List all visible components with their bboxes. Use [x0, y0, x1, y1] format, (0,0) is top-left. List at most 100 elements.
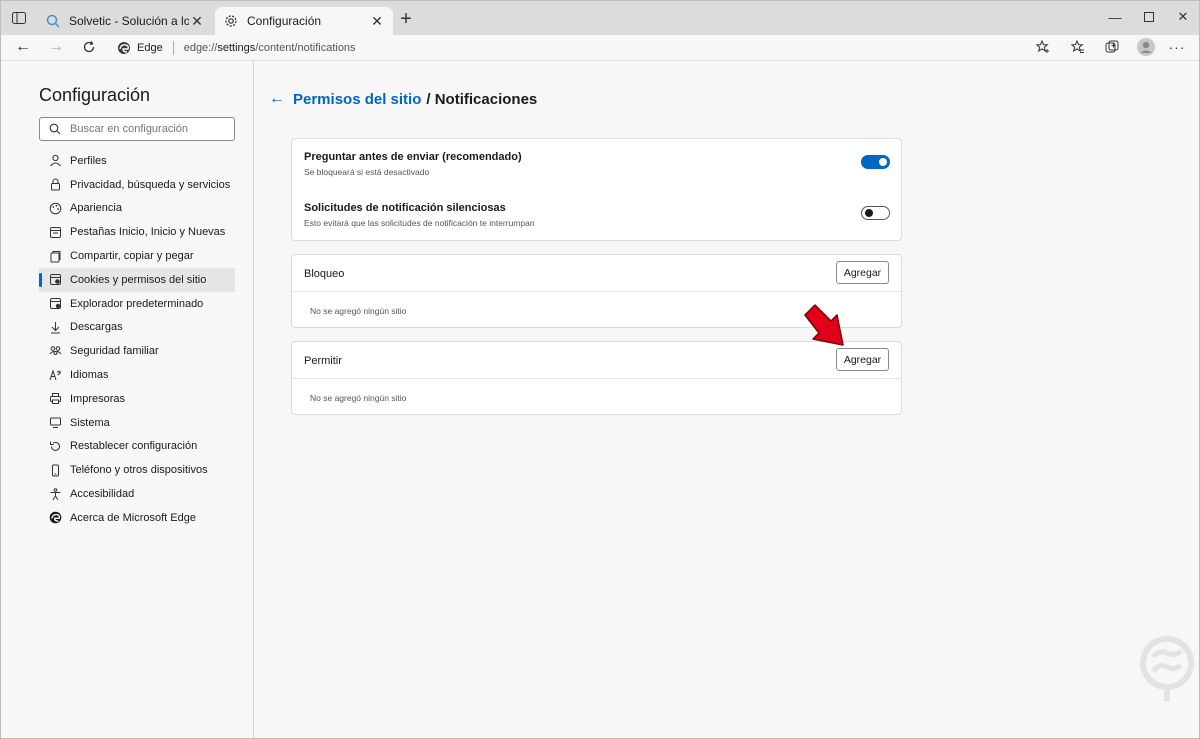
- sidebar-item-label: Pestañas Inicio, Inicio y Nuevas: [70, 226, 226, 239]
- toggle-row-quiet: Solicitudes de notificación silenciosas …: [304, 202, 890, 228]
- appearance-icon: [48, 201, 62, 215]
- page-title: / Notificaciones: [426, 90, 538, 108]
- solvetic-watermark-icon: [1140, 636, 1194, 701]
- sidebar-item-apariencia[interactable]: Apariencia: [39, 197, 235, 221]
- notification-options-card: Preguntar antes de enviar (recomendado) …: [291, 138, 902, 241]
- close-icon[interactable]: ✕: [189, 13, 205, 29]
- tab-solvetic[interactable]: Solvetic - Solución a los problem ✕: [37, 7, 213, 35]
- sidebar-item-impresoras[interactable]: Impresoras: [39, 387, 235, 411]
- toggle-subtitle: Se bloqueará si está desactivado: [304, 167, 430, 177]
- block-add-button[interactable]: Agregar: [836, 261, 889, 284]
- sidebar-item-telefono[interactable]: Teléfono y otros dispositivos: [39, 458, 235, 482]
- browser-window: Solvetic - Solución a los problem ✕ Conf…: [0, 0, 1200, 739]
- edge-icon: [48, 511, 62, 525]
- search-box[interactable]: [39, 117, 235, 141]
- sidebar-item-label: Descargas: [70, 321, 123, 334]
- sidebar-item-label: Apariencia: [70, 202, 122, 215]
- sidebar-item-label: Restablecer configuración: [70, 440, 198, 453]
- language-icon: [48, 368, 62, 382]
- system-icon: [48, 416, 62, 430]
- tab-configuracion[interactable]: Configuración ✕: [215, 7, 393, 35]
- more-icon[interactable]: ···: [1167, 38, 1187, 56]
- ask-before-send-toggle[interactable]: [861, 155, 890, 169]
- sidebar-item-label: Accesibilidad: [70, 488, 135, 501]
- allow-empty-text: No se agregó ningún sitio: [310, 393, 407, 403]
- back-arrow-icon[interactable]: ←: [269, 90, 285, 108]
- sidebar-item-label: Acerca de Microsoft Edge: [70, 511, 196, 524]
- forward-icon[interactable]: →: [46, 38, 66, 56]
- printer-icon: [48, 392, 62, 406]
- refresh-icon[interactable]: [79, 38, 99, 56]
- quiet-requests-toggle[interactable]: [861, 206, 890, 220]
- toggle-subtitle: Esto evitará que las solicitudes de noti…: [304, 218, 535, 228]
- search-icon: [49, 123, 61, 135]
- sidebar-item-label: Impresoras: [70, 392, 126, 405]
- sidebar-item-label: Teléfono y otros dispositivos: [70, 464, 208, 477]
- sidebar-item-idiomas[interactable]: Idiomas: [39, 363, 235, 387]
- sidebar-item-pestanas[interactable]: Pestañas Inicio, Inicio y Nuevas: [39, 220, 235, 244]
- sidebar-item-acerca[interactable]: Acerca de Microsoft Edge: [39, 506, 235, 530]
- settings-sidebar: Configuración Perfiles Privacidad, búsqu…: [1, 61, 254, 738]
- block-label: Bloqueo: [304, 268, 345, 280]
- lock-icon: [48, 178, 62, 192]
- reset-icon: [48, 439, 62, 453]
- favorites-icon[interactable]: [1068, 38, 1088, 56]
- download-icon: [48, 320, 62, 334]
- accessibility-icon: [48, 487, 62, 501]
- sidebar-item-accesibilidad[interactable]: Accesibilidad: [39, 482, 235, 506]
- settings-content: ← Permisos del sitio / Notificaciones Pr…: [255, 61, 1199, 738]
- sidebar-item-compartir[interactable]: Compartir, copiar y pegar: [39, 244, 235, 268]
- address-toolbar: ← → Edge edge:// settings /content/notif…: [1, 35, 1199, 61]
- sidebar-item-label: Sistema: [70, 416, 110, 429]
- close-icon[interactable]: ✕: [369, 13, 385, 29]
- toggle-row-ask: Preguntar antes de enviar (recomendado) …: [304, 151, 890, 177]
- annotation-arrow-icon: [804, 304, 844, 346]
- breadcrumb: ← Permisos del sitio / Notificaciones: [269, 90, 537, 108]
- sidebar-item-label: Perfiles: [70, 154, 107, 167]
- gear-icon: [223, 13, 239, 29]
- sidebar-title: Configuración: [39, 85, 151, 105]
- block-empty-text: No se agregó ningún sitio: [310, 306, 407, 316]
- breadcrumb-link[interactable]: Permisos del sitio: [293, 91, 421, 108]
- cookies-icon: [48, 273, 62, 287]
- sidebar-nav: Perfiles Privacidad, búsqueda y servicio…: [39, 149, 235, 530]
- favorite-star-icon[interactable]: [1033, 38, 1053, 56]
- sidebar-item-perfiles[interactable]: Perfiles: [39, 149, 235, 173]
- sidebar-item-sistema[interactable]: Sistema: [39, 411, 235, 435]
- sidebar-item-descargas[interactable]: Descargas: [39, 316, 235, 340]
- sidebar-item-cookies[interactable]: Cookies y permisos del sitio: [39, 267, 235, 292]
- close-window-icon[interactable]: ✕: [1169, 7, 1197, 27]
- browser-icon: [48, 297, 62, 311]
- sidebar-item-privacidad[interactable]: Privacidad, búsqueda y servicios: [39, 173, 235, 197]
- phone-icon: [48, 463, 62, 477]
- collections-icon[interactable]: [1102, 38, 1122, 56]
- sidebar-item-label: Explorador predeterminado: [70, 297, 204, 310]
- tabs-icon: [48, 225, 62, 239]
- sidebar-item-restablecer[interactable]: Restablecer configuración: [39, 435, 235, 459]
- toggle-title: Solicitudes de notificación silenciosas: [304, 202, 506, 214]
- sidebar-item-label: Privacidad, búsqueda y servicios: [70, 178, 231, 191]
- sidebar-item-label: Compartir, copiar y pegar: [70, 250, 194, 263]
- edge-icon: [117, 41, 131, 55]
- maximize-icon[interactable]: [1135, 7, 1163, 27]
- sidebar-item-label: Idiomas: [70, 369, 109, 382]
- search-icon: [45, 13, 61, 29]
- sidebar-item-seguridad-familiar[interactable]: Seguridad familiar: [39, 339, 235, 363]
- profile-avatar[interactable]: [1135, 36, 1157, 58]
- allow-label: Permitir: [304, 355, 342, 367]
- url-prefix: edge://: [183, 41, 218, 54]
- search-input[interactable]: [70, 123, 220, 135]
- profile-icon: [48, 154, 62, 168]
- address-separator: [172, 40, 174, 55]
- address-brand: Edge: [137, 41, 163, 54]
- settings-page: Configuración Perfiles Privacidad, búsqu…: [1, 61, 1199, 738]
- back-icon[interactable]: ←: [13, 38, 33, 56]
- url-main: settings: [217, 41, 256, 54]
- minimize-icon[interactable]: —: [1101, 7, 1129, 27]
- share-icon: [48, 249, 62, 263]
- address-bar[interactable]: Edge edge:// settings /content/notificat…: [109, 37, 1059, 58]
- sidebar-item-explorador[interactable]: Explorador predeterminado: [39, 292, 235, 316]
- sidebar-item-label: Seguridad familiar: [70, 345, 159, 358]
- new-tab-icon[interactable]: +: [397, 8, 415, 30]
- tab-actions-icon[interactable]: [9, 9, 29, 27]
